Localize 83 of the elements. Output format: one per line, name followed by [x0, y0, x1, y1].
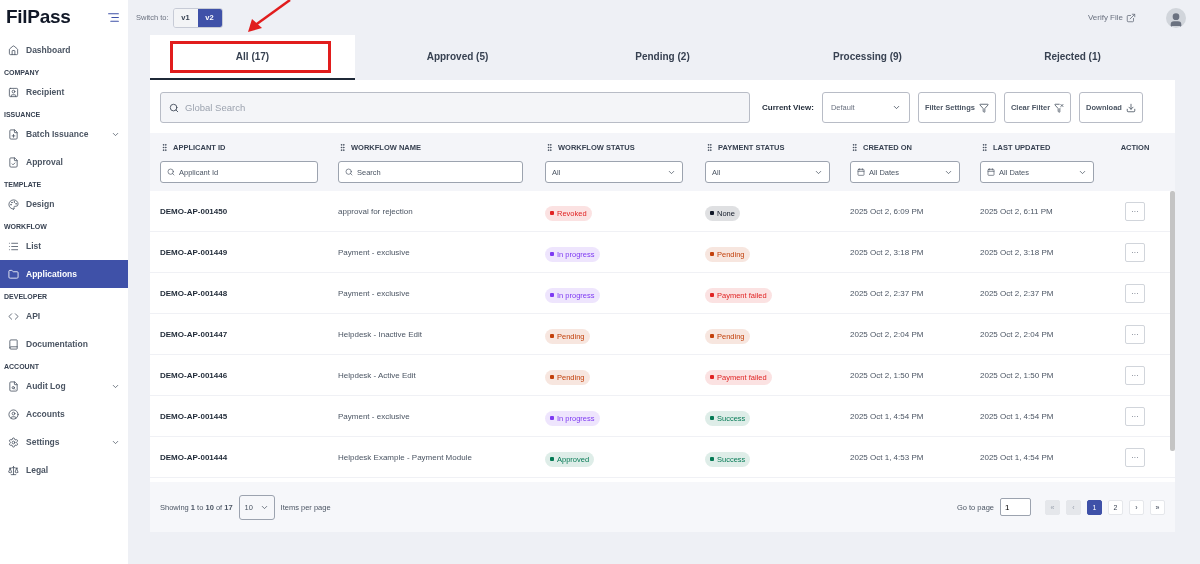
nav-item[interactable]: Dashboard: [0, 36, 128, 64]
verify-file-link[interactable]: Verify File: [1087, 12, 1136, 23]
document-search-icon: [8, 380, 19, 392]
list-icon: [8, 240, 19, 252]
nav-item[interactable]: Approval: [0, 148, 128, 176]
nav-item[interactable]: List: [0, 232, 128, 260]
user-icon: [1168, 11, 1184, 28]
user-card-icon: [8, 86, 19, 98]
current-view-label: Current View:: [762, 103, 814, 112]
applicant-id-cell-text: DEMO-AP-001446: [160, 370, 229, 380]
avatar[interactable]: [1166, 7, 1186, 28]
applicant-id-cell-text: DEMO-AP-001445: [160, 411, 229, 421]
search-icon: [167, 168, 175, 176]
nav-item[interactable]: Batch Issuance: [0, 120, 128, 148]
workflow-name-cell-text: Helpdesk - Inactive Edit: [338, 329, 424, 339]
tab[interactable]: Rejected (1): [970, 35, 1175, 80]
date-cell-text: 2025 Oct 2, 1:50 PM: [980, 370, 1055, 380]
drag-handle-icon[interactable]: [545, 142, 554, 152]
search-icon: [345, 168, 353, 176]
menu-icon[interactable]: [107, 10, 120, 24]
nav-item[interactable]: Applications: [0, 260, 128, 288]
brand-logo: FilPass: [6, 6, 71, 28]
nav-item[interactable]: Recipient: [0, 78, 128, 106]
date-cell-text: 2025 Oct 2, 3:18 PM: [850, 247, 925, 257]
book-icon: [8, 338, 19, 350]
workflow-name-cell-text: Helpdesk Example - Payment Module: [338, 452, 473, 462]
drag-handle-icon[interactable]: [338, 142, 347, 152]
applicant-id-cell-text: DEMO-AP-001450: [160, 206, 229, 216]
go-to-page-field[interactable]: 1: [1000, 498, 1031, 516]
tab[interactable]: Processing (9): [765, 35, 970, 80]
nav-item[interactable]: Documentation: [0, 330, 128, 358]
calendar-icon: [987, 168, 995, 176]
date-cell-text: 2025 Oct 2, 1:50 PM: [850, 370, 925, 380]
filter-x-icon: [1054, 102, 1065, 113]
date-cell-text: 2025 Oct 2, 2:37 PM: [850, 288, 925, 298]
date-cell-text: 2025 Oct 1, 4:54 PM: [980, 452, 1055, 462]
date-cell-text: 2025 Oct 2, 2:37 PM: [980, 288, 1055, 298]
nav-item[interactable]: Settings: [0, 428, 128, 456]
user-circle-icon: [8, 408, 19, 420]
calendar-icon: [857, 168, 865, 176]
applicant-id-cell-text: DEMO-AP-001447: [160, 329, 229, 339]
nav-item[interactable]: Audit Log: [0, 372, 128, 400]
tab[interactable]: Pending (2): [560, 35, 765, 80]
nav-item[interactable]: Legal: [0, 456, 128, 484]
scales-icon: [8, 464, 19, 476]
home-icon: [8, 44, 19, 56]
date-cell-text: 2025 Oct 2, 6:09 PM: [850, 206, 925, 216]
nav-item[interactable]: Accounts: [0, 400, 128, 428]
tab[interactable]: Approved (5): [355, 35, 560, 80]
drag-handle-icon[interactable]: [850, 142, 859, 152]
code-icon: [8, 310, 19, 322]
workflow-name-cell-text: approval for rejection: [338, 206, 414, 216]
workflow-name-cell-text: Payment - exclusive: [338, 411, 411, 421]
date-cell-text: 2025 Oct 2, 2:04 PM: [980, 329, 1055, 339]
drag-handle-icon[interactable]: [160, 142, 169, 152]
date-cell-text: 2025 Oct 2, 3:18 PM: [980, 247, 1055, 257]
workflow-name-cell-text: Payment - exclusive: [338, 288, 411, 298]
settings-icon: [8, 436, 19, 448]
palette-icon: [8, 198, 19, 210]
workflow-name-cell-text: Helpdesk - Active Edit: [338, 370, 417, 380]
drag-handle-icon[interactable]: [705, 142, 714, 152]
nav-item[interactable]: Design: [0, 190, 128, 218]
date-cell-text: 2025 Oct 1, 4:53 PM: [850, 452, 925, 462]
document-plus-icon: [8, 128, 19, 140]
folder-icon: [8, 268, 19, 280]
date-cell-text: 2025 Oct 2, 2:04 PM: [850, 329, 925, 339]
date-cell-text: 2025 Oct 1, 4:54 PM: [980, 411, 1055, 421]
search-icon: [169, 102, 179, 113]
applicant-id-cell-text: DEMO-AP-001444: [160, 452, 229, 462]
document-check-icon: [8, 156, 19, 168]
external-link-icon: [1126, 12, 1136, 23]
filter-icon: [978, 102, 989, 113]
drag-handle-icon[interactable]: [980, 142, 989, 152]
applicant-id-cell-text: DEMO-AP-001449: [160, 247, 229, 257]
applicant-id-cell-text: DEMO-AP-001448: [160, 288, 229, 298]
workflow-name-cell-text: Payment - exclusive: [338, 247, 411, 257]
download-icon: [1125, 102, 1136, 113]
chevron-icon: [891, 103, 901, 112]
date-cell-text: 2025 Oct 2, 6:11 PM: [980, 206, 1054, 216]
date-cell-text: 2025 Oct 1, 4:54 PM: [850, 411, 925, 421]
tab[interactable]: All (17): [150, 35, 355, 80]
annotation-arrow: [246, 0, 292, 34]
nav-item[interactable]: API: [0, 302, 128, 330]
